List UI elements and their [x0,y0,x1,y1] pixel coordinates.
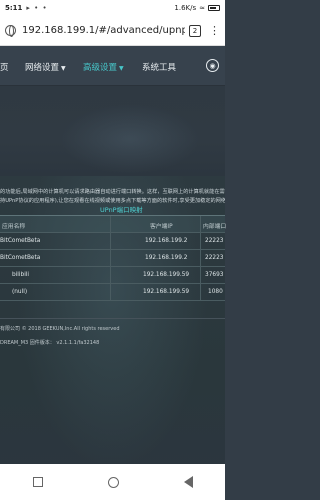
column-divider [200,284,201,300]
footer-firmware: DREAM_M3 固件版本： v2.1.1.1/fa32148 [0,340,100,346]
cell-internal-port: 1080 [208,289,223,295]
cell-app-name: BitCometBeta [0,238,41,244]
hero-banner [0,86,225,176]
table-row: BitCometBeta 192.168.199.2 22223 [0,250,225,267]
weibo-icon[interactable]: ◉ [206,59,219,72]
nav-item-label: 高级设置 [83,63,118,73]
android-nav-bar [0,464,225,500]
nav-item-advanced-settings[interactable]: 高级设置 ▼ [83,61,124,73]
tabs-button[interactable]: 2 [189,24,201,37]
hero-glow [60,104,200,174]
back-icon[interactable] [183,476,193,488]
chevron-down-icon: ▼ [61,65,66,72]
column-divider [110,216,111,232]
column-divider [110,250,111,266]
table-row: BitCometBeta 192.168.199.2 22223 [0,233,225,250]
cell-app-name: (null) [12,289,28,295]
nav-item-home[interactable]: 页 [0,61,9,73]
column-header-client-ip: 客户端IP [150,224,173,230]
footer-copyright: 有限公司 © 2018 GEEKUN,Inc.All rights reserv… [0,326,120,332]
cell-client-ip: 192.168.199.2 [145,255,188,261]
column-divider [200,216,201,232]
network-speed: 1.6K/s [174,4,197,12]
globe-icon [5,25,16,37]
status-time: 5:11 [5,4,23,12]
notification-icons: ▸ • • [26,4,48,12]
url-field[interactable]: 192.168.199.1/#/advanced/upnp [22,25,185,36]
upnp-table: 应用名称 客户端IP 内部端口 BitCometBeta 192.168.199… [0,215,227,301]
wifi-icon: ≈ [199,4,205,12]
column-divider [110,233,111,249]
recent-apps-icon[interactable] [32,477,43,487]
column-divider [110,284,111,300]
column-divider [200,233,201,249]
cell-client-ip: 192.168.199.59 [143,272,190,278]
cell-app-name: bilibili [12,272,30,278]
column-divider [200,250,201,266]
cell-internal-port: 22223 [205,255,224,261]
chevron-down-icon: ▼ [119,65,124,72]
column-header-internal-port: 内部端口 [203,224,227,230]
table-row: bilibili 192.168.199.59 37693 [0,267,225,284]
cell-internal-port: 22223 [205,238,224,244]
cell-client-ip: 192.168.199.2 [145,238,188,244]
battery-icon [208,5,220,11]
menu-icon[interactable]: ⋮ [209,25,220,36]
cell-client-ip: 192.168.199.59 [143,289,190,295]
nav-item-label: 页 [0,63,9,73]
home-icon[interactable] [107,476,119,488]
column-divider [200,267,201,283]
description-line: 的功能后,局域网中的计算机可以请求路由器自动进行端口转换。这样，互联网上的计算机… [0,189,225,195]
top-nav: 页 网络设置 ▼ 高级设置 ▼ 系统工具 ◉ [0,46,225,86]
status-bar: 5:11 ▸ • • 1.6K/s ≈ [0,0,225,16]
footer-divider [0,318,225,319]
table-header-row: 应用名称 客户端IP 内部端口 [0,216,227,233]
cell-internal-port: 37693 [205,272,224,278]
status-right: 1.6K/s ≈ [174,4,220,12]
nav-item-network-settings[interactable]: 网络设置 ▼ [25,61,66,73]
nav-item-label: 系统工具 [142,63,177,73]
column-header-app-name: 应用名称 [2,224,26,230]
cell-app-name: BitCometBeta [0,255,41,261]
nav-item-system-tools[interactable]: 系统工具 [142,61,176,73]
nav-item-label: 网络设置 [25,63,60,73]
table-row: (null) 192.168.199.59 1080 [0,284,225,301]
column-divider [110,267,111,283]
browser-address-bar: 192.168.199.1/#/advanced/upnp 2 ⋮ [0,16,225,46]
upnp-section-title: UPnP端口映射 [100,206,143,214]
